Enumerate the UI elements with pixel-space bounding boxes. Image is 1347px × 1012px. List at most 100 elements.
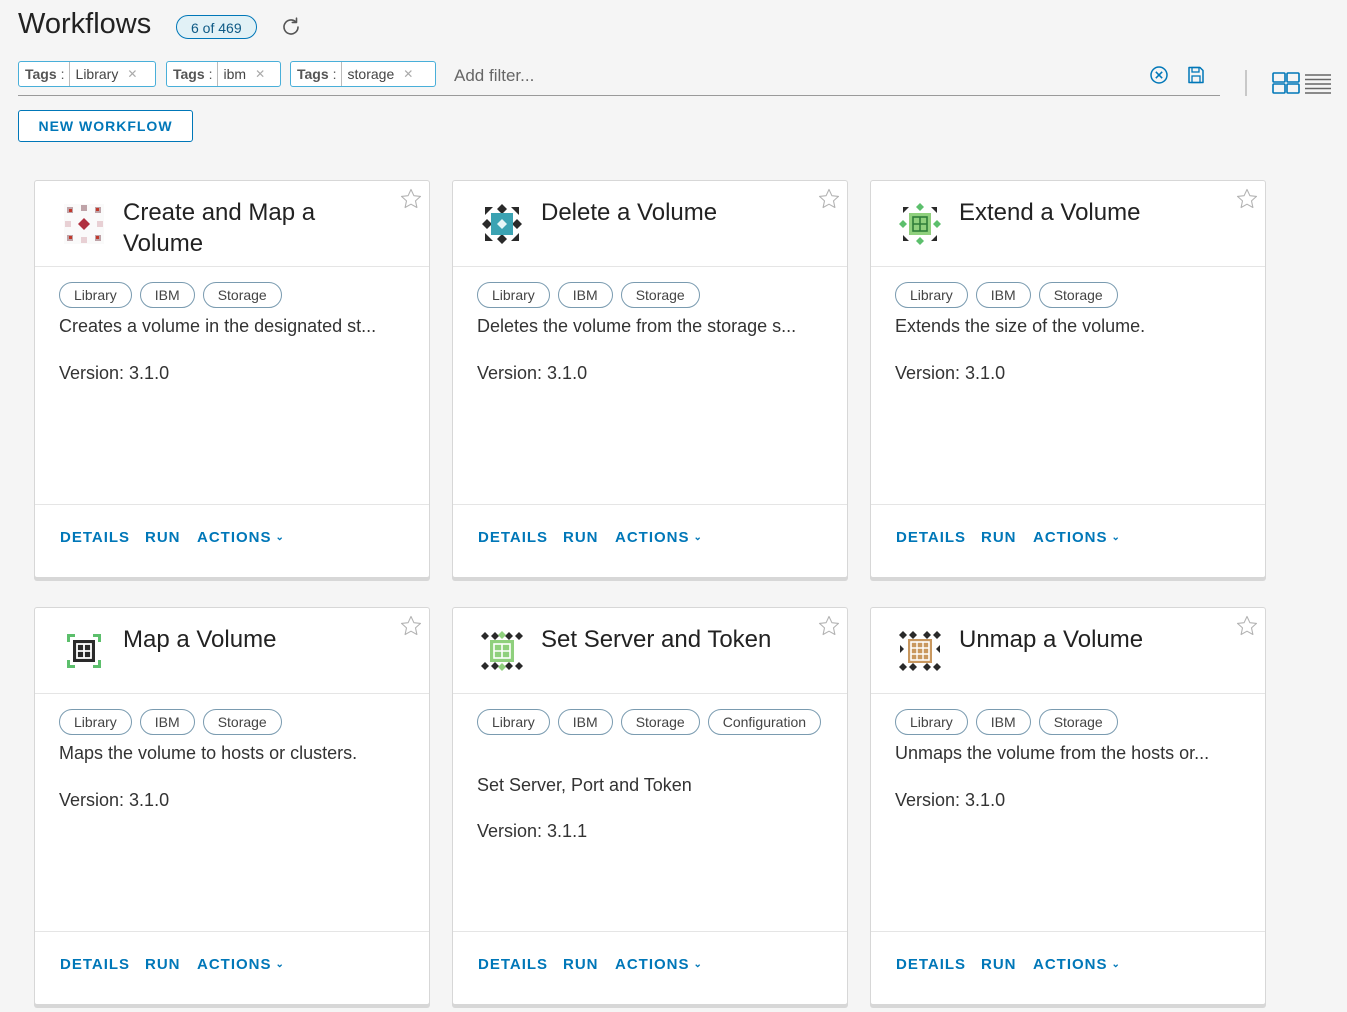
refresh-icon[interactable]: [279, 15, 303, 39]
favorite-star-icon[interactable]: [399, 187, 423, 211]
remove-filter-icon[interactable]: ✕: [403, 62, 413, 86]
favorite-star-icon[interactable]: [1235, 187, 1259, 211]
card-title[interactable]: Delete a Volume: [541, 197, 811, 228]
favorite-star-icon[interactable]: [817, 614, 841, 638]
actions-dropdown[interactable]: ACTIONS ⌄: [1033, 956, 1121, 973]
workflow-card-delete-a-volume[interactable]: Delete a Volume Library IBM Storage Dele…: [452, 180, 848, 578]
actions-dropdown[interactable]: ACTIONS ⌄: [1033, 529, 1121, 546]
label-storage: Storage: [1038, 709, 1118, 735]
actions-label: ACTIONS: [615, 529, 690, 546]
favorite-star-icon[interactable]: [1235, 614, 1259, 638]
chevron-down-icon: ⌄: [275, 959, 285, 970]
actions-dropdown[interactable]: ACTIONS ⌄: [615, 956, 703, 973]
run-link[interactable]: RUN: [145, 529, 181, 546]
card-view-icon: [1272, 72, 1300, 94]
label-ibm: IBM: [139, 282, 195, 308]
card-version: Version: 3.1.0: [895, 790, 1006, 810]
details-link[interactable]: DETAILS: [896, 956, 966, 973]
details-link[interactable]: DETAILS: [60, 956, 130, 973]
details-link[interactable]: DETAILS: [896, 529, 966, 546]
filter-tag-ibm[interactable]: Tags : ibm ✕: [166, 61, 281, 87]
new-workflow-button[interactable]: NEW WORKFLOW: [18, 110, 193, 142]
filter-tag-value: Library: [75, 66, 119, 82]
chevron-down-icon: ⌄: [693, 532, 703, 543]
details-link[interactable]: DETAILS: [478, 529, 548, 546]
run-link[interactable]: RUN: [981, 956, 1017, 973]
filter-tag-key: Tags: [25, 66, 57, 82]
workflow-card-extend-a-volume[interactable]: Extend a Volume Library IBM Storage Exte…: [870, 180, 1266, 578]
run-link[interactable]: RUN: [981, 529, 1017, 546]
filter-tag-value: ibm: [223, 66, 247, 82]
actions-label: ACTIONS: [197, 956, 272, 973]
card-labels: Library IBM Storage: [895, 282, 1245, 308]
card-version: Version: 3.1.1: [477, 821, 588, 841]
run-link[interactable]: RUN: [145, 956, 181, 973]
label-library: Library: [477, 709, 550, 735]
map-volume-icon: [67, 634, 101, 668]
actions-dropdown[interactable]: ACTIONS ⌄: [197, 529, 285, 546]
label-storage: Storage: [620, 709, 700, 735]
workflow-card-map-a-volume[interactable]: Map a Volume Library IBM Storage Maps th…: [34, 607, 430, 1005]
card-version: Version: 3.1.0: [477, 363, 588, 383]
card-footer: DETAILS RUN ACTIONS ⌄: [35, 504, 429, 577]
unmap-volume-icon: [899, 631, 941, 671]
card-title[interactable]: Create and Map a Volume: [123, 197, 393, 259]
card-labels: Library IBM Storage: [59, 282, 409, 308]
view-toggle[interactable]: [1271, 70, 1333, 96]
card-labels: Library IBM Storage: [477, 282, 827, 308]
card-title[interactable]: Extend a Volume: [959, 197, 1229, 228]
card-header: Map a Volume: [35, 608, 429, 694]
workflow-card-set-server-and-token[interactable]: Set Server and Token Library IBM Storage…: [452, 607, 848, 1005]
card-title[interactable]: Unmap a Volume: [959, 624, 1229, 655]
card-title[interactable]: Set Server and Token: [541, 624, 811, 655]
add-filter-input[interactable]: [452, 63, 1096, 89]
label-ibm: IBM: [557, 282, 613, 308]
delete-volume-icon: [482, 204, 522, 244]
label-library: Library: [477, 282, 550, 308]
remove-filter-icon[interactable]: ✕: [255, 62, 265, 86]
card-footer: DETAILS RUN ACTIONS ⌄: [453, 931, 847, 1004]
run-link[interactable]: RUN: [563, 956, 599, 973]
remove-filter-icon[interactable]: ✕: [127, 62, 137, 86]
save-filter-icon[interactable]: [1186, 65, 1206, 85]
card-footer: DETAILS RUN ACTIONS ⌄: [35, 931, 429, 1004]
details-link[interactable]: DETAILS: [478, 956, 548, 973]
details-link[interactable]: DETAILS: [60, 529, 130, 546]
workflow-card-unmap-a-volume[interactable]: Unmap a Volume Library IBM Storage Unmap…: [870, 607, 1266, 1005]
card-labels: Library IBM Storage Configuration: [477, 709, 827, 735]
card-description: Maps the volume to hosts or clusters.: [59, 743, 358, 763]
actions-dropdown[interactable]: ACTIONS ⌄: [615, 529, 703, 546]
card-description: Set Server, Port and Token: [477, 775, 692, 795]
chevron-down-icon: ⌄: [275, 532, 285, 543]
chevron-down-icon: ⌄: [693, 959, 703, 970]
card-description: Deletes the volume from the storage s...: [477, 316, 797, 336]
workflow-card-create-and-map-a-volume[interactable]: Create and Map a Volume Library IBM Stor…: [34, 180, 430, 578]
label-storage: Storage: [202, 282, 282, 308]
list-view-icon: [1305, 74, 1331, 94]
filter-tag-value: storage: [347, 66, 395, 82]
card-header: Unmap a Volume: [871, 608, 1265, 694]
card-footer: DETAILS RUN ACTIONS ⌄: [871, 931, 1265, 1004]
label-storage: Storage: [620, 282, 700, 308]
actions-label: ACTIONS: [615, 956, 690, 973]
run-link[interactable]: RUN: [563, 529, 599, 546]
workflows-page: Workflows 6 of 469 Tags : Library ✕ Tags…: [0, 0, 1347, 1012]
favorite-star-icon[interactable]: [399, 614, 423, 638]
filter-tag-key: Tags: [297, 66, 329, 82]
extend-volume-icon: [899, 203, 941, 245]
actions-dropdown[interactable]: ACTIONS ⌄: [197, 956, 285, 973]
clear-filters-icon[interactable]: [1149, 65, 1169, 85]
card-version: Version: 3.1.0: [59, 790, 170, 810]
card-title[interactable]: Map a Volume: [123, 624, 393, 655]
card-header: Extend a Volume: [871, 181, 1265, 267]
card-version: Version: 3.1.0: [59, 363, 170, 383]
create-map-volume-icon: [64, 204, 104, 244]
label-storage: Storage: [1038, 282, 1118, 308]
label-storage: Storage: [202, 709, 282, 735]
label-ibm: IBM: [975, 709, 1031, 735]
favorite-star-icon[interactable]: [817, 187, 841, 211]
filter-tag-library[interactable]: Tags : Library ✕: [18, 61, 156, 87]
card-labels: Library IBM Storage: [895, 709, 1245, 735]
filter-tag-storage[interactable]: Tags : storage ✕: [290, 61, 436, 87]
filter-bar: Tags : Library ✕ Tags : ibm ✕ Tags : sto…: [18, 59, 1220, 96]
